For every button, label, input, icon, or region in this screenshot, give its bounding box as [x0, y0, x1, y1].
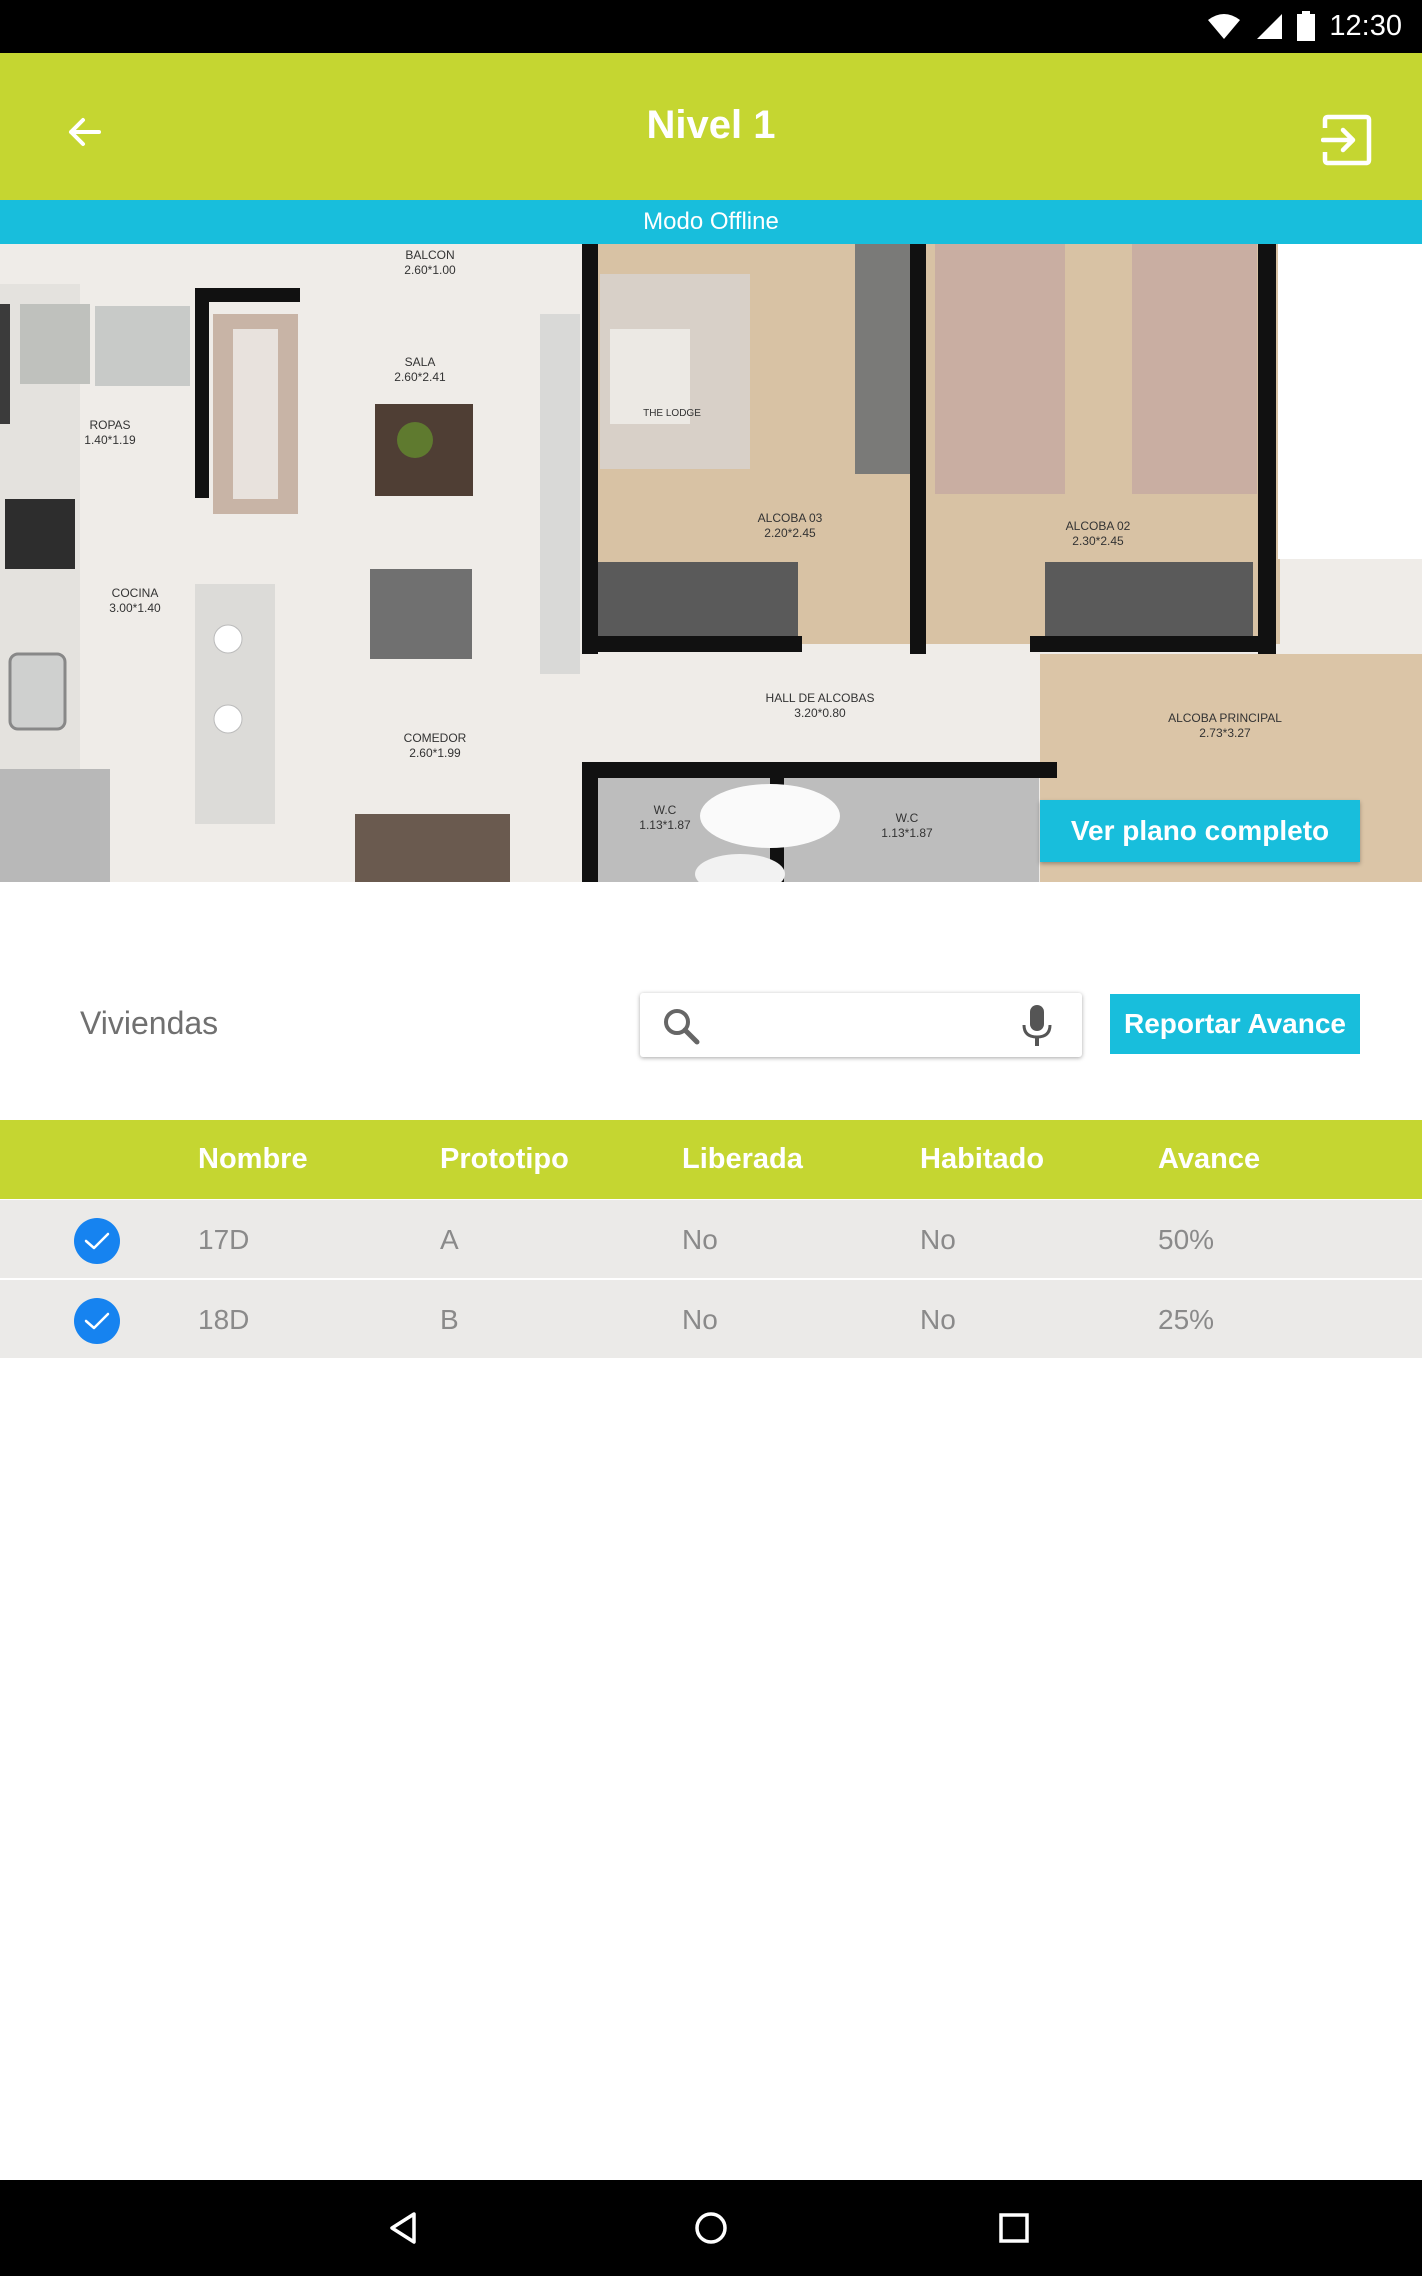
- home-circle-icon: [695, 2212, 727, 2244]
- svg-text:2.60*1.99: 2.60*1.99: [409, 746, 461, 760]
- recents-square-icon: [999, 2213, 1029, 2243]
- svg-text:THE LODGE: THE LODGE: [643, 408, 701, 419]
- svg-text:COCINA: COCINA: [112, 586, 159, 600]
- svg-text:3.00*1.40: 3.00*1.40: [109, 601, 161, 615]
- page-title: Nivel 1: [646, 103, 776, 147]
- svg-text:2.30*2.45: 2.30*2.45: [1072, 534, 1124, 548]
- report-progress-button[interactable]: Reportar Avance: [1110, 994, 1360, 1054]
- battery-icon: [1297, 11, 1316, 41]
- nav-back-button[interactable]: [374, 2198, 434, 2258]
- cell-habitado: No: [920, 1224, 956, 1255]
- svg-text:2.73*3.27: 2.73*3.27: [1199, 726, 1251, 740]
- svg-text:2.60*1.00: 2.60*1.00: [404, 263, 456, 277]
- cell-prototipo: A: [440, 1224, 459, 1255]
- row-checkbox[interactable]: [74, 1298, 120, 1344]
- exit-to-app-icon: [1321, 114, 1372, 166]
- table-row[interactable]: 18D B No No 25%: [0, 1280, 1422, 1359]
- column-header-prototipo[interactable]: Prototipo: [440, 1120, 569, 1199]
- status-bar: 12:30: [0, 0, 1422, 53]
- svg-text:W.C: W.C: [896, 811, 919, 825]
- app-bar: Nivel 1: [0, 53, 1422, 200]
- floor-plan-image[interactable]: BALCON 2.60*1.00 SALA 2.60*2.41 ROPAS 1.40*…: [0, 244, 1422, 882]
- row-checkbox[interactable]: [74, 1218, 120, 1264]
- svg-text:W.C: W.C: [654, 803, 677, 817]
- column-header-avance[interactable]: Avance: [1158, 1120, 1260, 1199]
- table-header: Nombre Prototipo Liberada Habitado Avanc…: [0, 1120, 1422, 1199]
- wifi-icon: [1208, 14, 1241, 39]
- cell-avance: 25%: [1158, 1304, 1215, 1335]
- cell-nombre: 18D: [198, 1304, 250, 1335]
- svg-text:COMEDOR: COMEDOR: [404, 731, 467, 745]
- svg-text:1.13*1.87: 1.13*1.87: [639, 818, 691, 832]
- nav-home-button[interactable]: [681, 2198, 741, 2258]
- microphone-icon[interactable]: [1022, 1005, 1052, 1047]
- svg-text:3.20*0.80: 3.20*0.80: [794, 706, 846, 720]
- cell-liberada: No: [682, 1224, 718, 1255]
- svg-text:HALL DE ALCOBAS: HALL DE ALCOBAS: [766, 691, 875, 705]
- search-input[interactable]: [716, 1001, 1006, 1049]
- checkmark-icon: [84, 1232, 110, 1250]
- column-header-habitado[interactable]: Habitado: [920, 1120, 1044, 1199]
- cell-avance: 50%: [1158, 1224, 1215, 1255]
- system-nav-bar: [0, 2180, 1422, 2276]
- svg-text:1.40*1.19: 1.40*1.19: [84, 433, 136, 447]
- cell-prototipo: B: [440, 1304, 459, 1335]
- status-time: 12:30: [1329, 9, 1402, 42]
- search-box[interactable]: [640, 993, 1082, 1057]
- svg-text:BALCON: BALCON: [405, 248, 454, 262]
- nav-recents-button[interactable]: [984, 2198, 1044, 2258]
- column-header-liberada[interactable]: Liberada: [682, 1120, 803, 1199]
- search-icon: [664, 1009, 700, 1045]
- back-triangle-icon: [390, 2212, 416, 2244]
- svg-text:ROPAS: ROPAS: [89, 418, 130, 432]
- signal-icon: [1257, 14, 1283, 39]
- svg-text:ALCOBA PRINCIPAL: ALCOBA PRINCIPAL: [1168, 711, 1282, 725]
- svg-text:ALCOBA 02: ALCOBA 02: [1066, 519, 1131, 533]
- table-row[interactable]: 17D A No No 50%: [0, 1200, 1422, 1279]
- svg-text:ALCOBA 03: ALCOBA 03: [758, 511, 823, 525]
- svg-text:1.13*1.87: 1.13*1.87: [881, 826, 933, 840]
- view-full-plan-button[interactable]: Ver plano completo: [1040, 800, 1360, 862]
- svg-text:2.20*2.45: 2.20*2.45: [764, 526, 816, 540]
- column-header-nombre[interactable]: Nombre: [198, 1120, 308, 1199]
- svg-text:SALA: SALA: [405, 355, 436, 369]
- exit-button[interactable]: [1312, 105, 1382, 175]
- checkmark-icon: [84, 1312, 110, 1330]
- cell-liberada: No: [682, 1304, 718, 1335]
- svg-text:2.60*2.41: 2.60*2.41: [394, 370, 446, 384]
- section-label-viviendas: Viviendas: [80, 1005, 219, 1041]
- cell-habitado: No: [920, 1304, 956, 1335]
- cell-nombre: 17D: [198, 1224, 250, 1255]
- offline-banner: Modo Offline: [0, 200, 1422, 244]
